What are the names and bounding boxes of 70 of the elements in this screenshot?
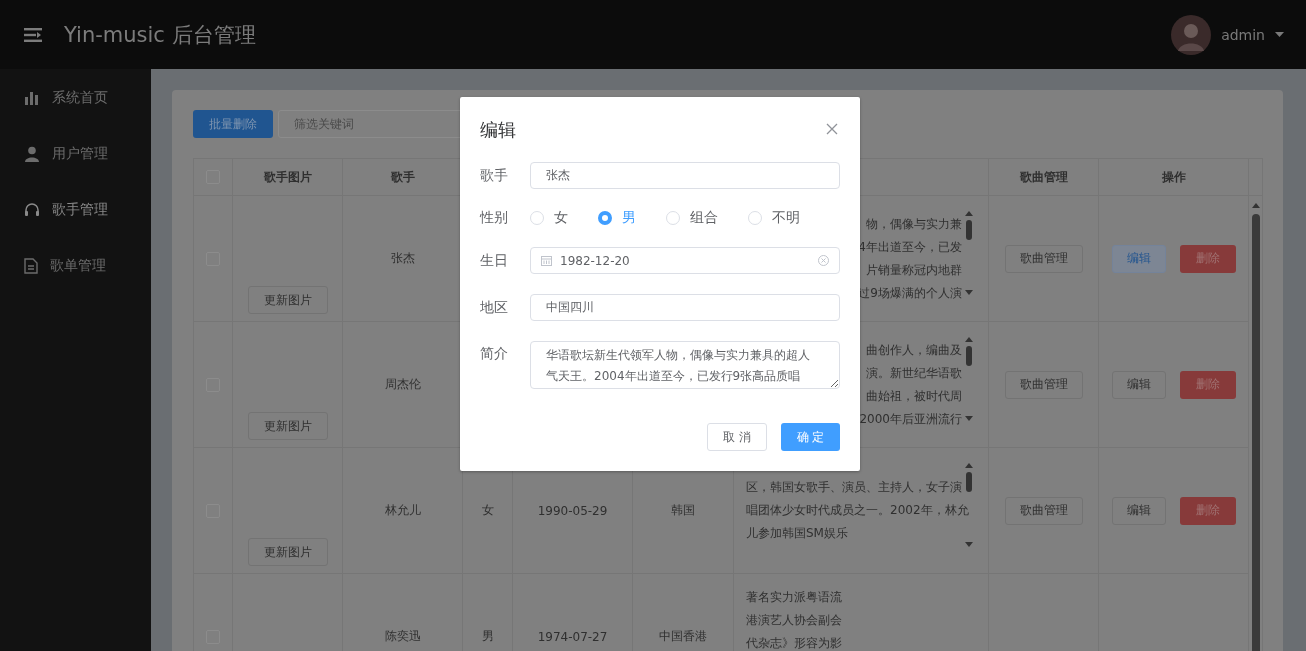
app-title: Yin-music 后台管理 [64, 21, 256, 49]
column-header: 歌手 [390, 168, 415, 186]
intro-text-line: 演。新世纪华语歌 [866, 364, 962, 382]
radio-circle-icon[interactable] [598, 211, 612, 225]
intro-text-line: 唱团体少女时代成员之一。2002年，林允 [746, 502, 969, 519]
field-label: 性别 [480, 209, 509, 227]
song-management-button[interactable]: 歌曲管理 [1004, 244, 1083, 273]
intro-text-line: 曲始祖，被时代周 [866, 387, 962, 405]
sidebar-item[interactable]: 歌手管理 [0, 182, 151, 238]
column-header: 歌曲管理 [1019, 168, 1068, 186]
intro-text-line: 代杂志》形容为影 [746, 635, 842, 651]
clear-icon[interactable] [818, 255, 829, 266]
cancel-button[interactable]: 取 消 [707, 423, 767, 451]
gender-cell: 女 [481, 502, 494, 519]
field-label: 生日 [480, 251, 509, 270]
intro-text-line: 儿参加韩国SM娱乐 [746, 525, 848, 542]
region-cell: 韩国 [671, 502, 695, 519]
update-photo-button[interactable]: 更新图片 [248, 538, 328, 566]
intro-text-line: 曲创作人，编曲及 [866, 341, 962, 359]
gender-radio[interactable]: 女 [530, 209, 568, 227]
intro-text-line: 区，韩国女歌手、演员、主持人，女子演 [746, 479, 962, 496]
update-photo-button[interactable]: 更新图片 [248, 412, 328, 440]
birthday-field[interactable]: 1982-12-20 [530, 247, 840, 274]
bar-chart-icon [24, 91, 40, 105]
birth-date-cell: 1974-07-27 [537, 629, 608, 644]
user-name[interactable]: admin [1221, 26, 1265, 43]
field-label: 简介 [480, 344, 509, 363]
sidebar-item[interactable]: 歌单管理 [0, 238, 151, 294]
singer-name: 周杰伦 [384, 376, 421, 393]
singer-name: 林允儿 [384, 502, 421, 519]
gender-radio[interactable]: 组合 [666, 209, 718, 227]
edit-button[interactable]: 编辑 [1111, 496, 1166, 525]
sidebar-item[interactable]: 系统首页 [0, 70, 151, 126]
song-management-button[interactable]: 歌曲管理 [1004, 370, 1083, 399]
edit-button[interactable]: 编辑 [1111, 370, 1166, 399]
intro-text-line: 港演艺人协会副会 [746, 612, 842, 629]
singer-name: 张杰 [390, 250, 415, 267]
intro-text-line: 著名实力派粤语流 [746, 589, 842, 606]
confirm-button[interactable]: 确 定 [781, 423, 840, 451]
menu-icon[interactable] [24, 27, 42, 42]
column-header: 操作 [1161, 168, 1186, 186]
intro-text-line: 片销量称冠内地群 [866, 261, 962, 279]
document-icon [24, 258, 38, 274]
caret-icon[interactable] [1275, 32, 1284, 37]
update-photo-button[interactable]: 更新图片 [248, 286, 328, 314]
gender-cell: 男 [481, 628, 494, 645]
calendar-icon [541, 255, 552, 266]
singer-name: 陈奕迅 [384, 628, 421, 645]
intro-field[interactable]: 华语歌坛新生代领军人物，偶像与实力兼具的超人气天王。2004年出道至今，已发行9张高品质唱 [530, 341, 840, 389]
sidebar-item[interactable]: 用户管理 [0, 126, 151, 182]
singer-field[interactable]: 张杰 [530, 162, 840, 189]
column-header: 歌手图片 [263, 168, 312, 186]
intro-text-line: 2000年后亚洲流行 [859, 410, 962, 428]
birth-date-cell: 1990-05-29 [537, 503, 608, 518]
edit-button[interactable]: 编辑 [1111, 244, 1166, 273]
batch-delete-button[interactable]: 批量删除 [193, 110, 273, 138]
field-label: 歌手 [480, 166, 509, 185]
gender-radio[interactable]: 不明 [748, 209, 800, 227]
intro-text-line: 物，偶像与实力兼 [866, 215, 962, 233]
song-management-button[interactable]: 歌曲管理 [1004, 496, 1083, 525]
gender-radio[interactable]: 男 [598, 209, 636, 227]
table-scrollbar[interactable] [1250, 202, 1261, 651]
region-cell: 中国香港 [659, 628, 707, 645]
close-button[interactable] [826, 123, 840, 137]
field-label: 地区 [480, 298, 509, 317]
headphones-icon [24, 202, 40, 218]
user-icon [24, 146, 40, 162]
avatar[interactable] [1171, 14, 1212, 55]
region-field[interactable]: 中国四川 [530, 294, 840, 321]
dialog-title: 编辑 [480, 118, 516, 142]
